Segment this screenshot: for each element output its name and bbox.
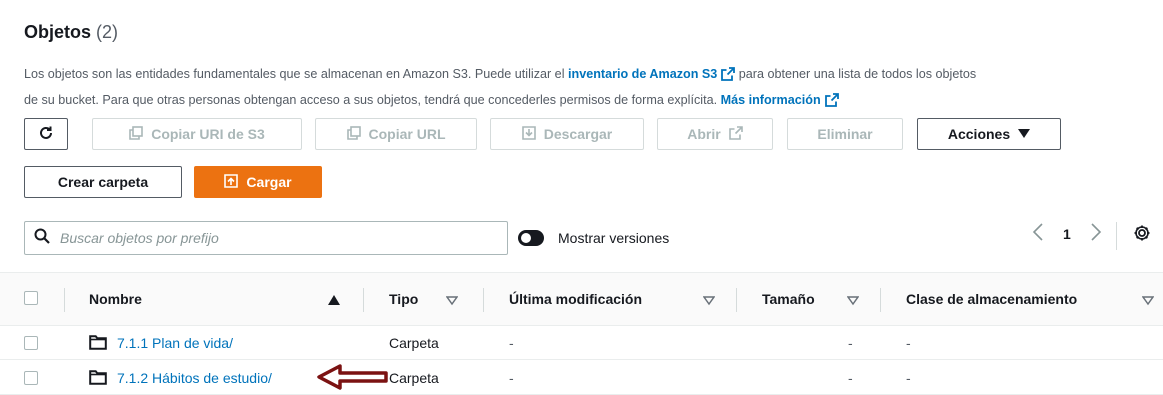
column-divider: [736, 288, 737, 312]
column-header-name[interactable]: Nombre: [89, 291, 142, 307]
column-divider: [880, 288, 881, 312]
copy-url-label: Copiar URL: [368, 126, 446, 142]
object-size: -: [848, 370, 853, 386]
object-modified: -: [509, 370, 514, 386]
show-versions-toggle[interactable]: [518, 230, 544, 246]
open-label: Abrir: [687, 126, 721, 142]
folder-icon: [89, 335, 107, 355]
page-title: Objetos (2): [24, 22, 118, 43]
desc-part1: Los objetos son las entidades fundamenta…: [24, 67, 568, 81]
object-name-link[interactable]: 7.1.1 Plan de vida/: [117, 335, 233, 351]
column-header-size[interactable]: Tamaño: [762, 291, 815, 307]
delete-button[interactable]: Eliminar: [787, 118, 903, 150]
refresh-icon: [38, 125, 54, 144]
delete-label: Eliminar: [817, 126, 873, 142]
open-button[interactable]: Abrir: [657, 118, 773, 150]
copy-uri-button[interactable]: Copiar URI de S3: [92, 118, 302, 150]
object-name-link[interactable]: 7.1.2 Hábitos de estudio/: [117, 370, 272, 386]
pager-divider: [1116, 222, 1117, 250]
object-type: Carpeta: [389, 335, 439, 351]
download-button[interactable]: Descargar: [490, 118, 644, 150]
column-header-modified[interactable]: Última modificación: [509, 291, 642, 307]
sort-ascending-icon[interactable]: [328, 293, 340, 311]
sort-icon[interactable]: [445, 293, 459, 311]
download-icon: [521, 125, 536, 143]
copy-icon: [346, 125, 361, 143]
caret-down-icon: [1018, 126, 1031, 142]
upload-button[interactable]: Cargar: [194, 166, 322, 198]
title-text: Objetos: [24, 22, 92, 42]
inventory-link[interactable]: inventario de Amazon S3: [568, 67, 717, 81]
desc-part2: para obtener una lista de todos los obje…: [735, 67, 977, 81]
objects-panel: Objetos (2) Los objetos son las entidade…: [0, 0, 1163, 271]
current-page[interactable]: 1: [1063, 226, 1071, 242]
object-storage-class: -: [906, 335, 911, 351]
actions-dropdown[interactable]: Acciones: [917, 118, 1061, 150]
desc-part3: de su bucket. Para que otras personas ob…: [24, 93, 721, 107]
actions-label: Acciones: [947, 126, 1011, 142]
column-divider: [483, 288, 484, 312]
column-divider: [363, 288, 364, 312]
upload-icon: [224, 173, 239, 191]
copy-uri-label: Copiar URI de S3: [151, 126, 265, 142]
search-input[interactable]: [58, 229, 482, 247]
sort-icon[interactable]: [846, 293, 860, 311]
copy-icon: [129, 125, 144, 143]
annotation-arrow-icon: [316, 364, 388, 395]
object-storage-class: -: [906, 370, 911, 386]
previous-page-icon[interactable]: [1032, 222, 1044, 245]
column-header-storage-class[interactable]: Clase de almacenamiento: [906, 291, 1077, 307]
copy-url-button[interactable]: Copiar URL: [315, 118, 477, 150]
object-modified: -: [509, 335, 514, 351]
external-link-icon: [728, 125, 743, 143]
create-folder-label: Crear carpeta: [57, 174, 149, 190]
select-all-checkbox[interactable]: [24, 291, 38, 305]
object-count: (2): [96, 22, 119, 42]
table-row[interactable]: 7.1.1 Plan de vida/ Carpeta - - -: [0, 325, 1163, 360]
next-page-icon[interactable]: [1090, 222, 1102, 245]
show-versions-label: Mostrar versiones: [558, 230, 670, 246]
settings-gear-icon[interactable]: [1133, 224, 1151, 245]
create-folder-button[interactable]: Crear carpeta: [24, 166, 182, 198]
search-icon: [34, 228, 50, 249]
object-type: Carpeta: [389, 370, 439, 386]
search-box[interactable]: [24, 221, 508, 255]
row-checkbox[interactable]: [24, 371, 38, 385]
folder-icon: [89, 370, 107, 390]
table-header: Nombre Tipo Última modificación Tamaño C…: [0, 272, 1163, 326]
external-link-icon[interactable]: [721, 66, 736, 89]
sort-icon[interactable]: [1141, 293, 1155, 311]
row-checkbox[interactable]: [24, 336, 38, 350]
description: Los objetos son las entidades fundamenta…: [24, 63, 1144, 115]
column-divider: [64, 288, 65, 312]
refresh-button[interactable]: [24, 118, 68, 150]
external-link-icon[interactable]: [824, 92, 839, 115]
upload-label: Cargar: [246, 174, 292, 190]
object-size: -: [848, 335, 853, 351]
sort-icon[interactable]: [702, 293, 716, 311]
more-info-link[interactable]: Más información: [721, 93, 821, 107]
download-label: Descargar: [543, 126, 613, 142]
table-row[interactable]: 7.1.2 Hábitos de estudio/ Carpeta - - -: [0, 360, 1163, 395]
column-header-type[interactable]: Tipo: [389, 291, 418, 307]
